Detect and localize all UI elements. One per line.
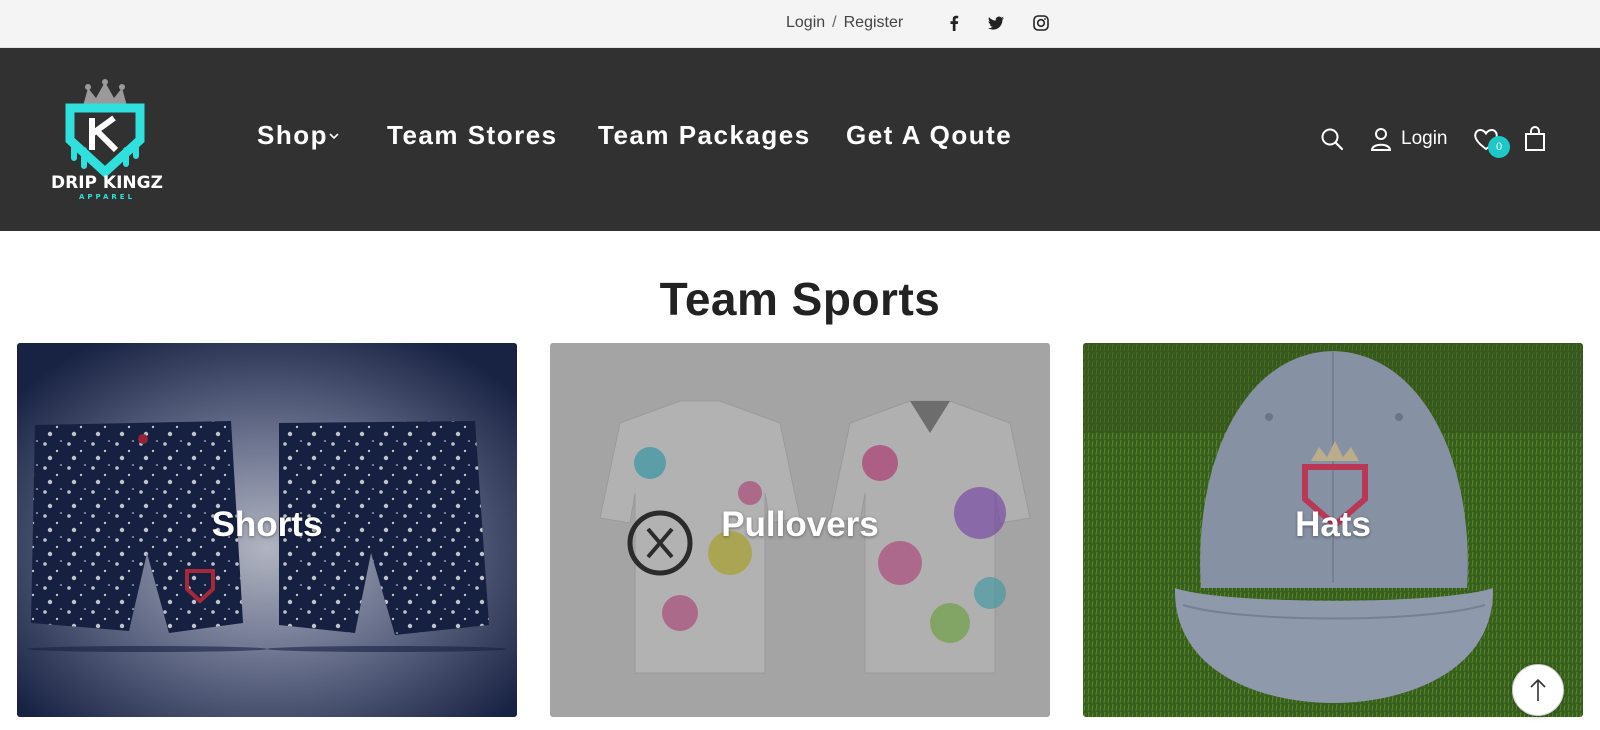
top-bar: Login / Register [0, 0, 1600, 48]
instagram-icon[interactable] [1033, 15, 1049, 31]
register-link[interactable]: Register [844, 14, 904, 32]
wishlist-count-badge: 0 [1488, 136, 1510, 158]
login-link[interactable]: Login [786, 14, 825, 32]
main-header: DRIP KINGZ APPAREL Shop Team Stores Team… [0, 48, 1600, 231]
category-card-pullovers[interactable]: Pullovers [550, 343, 1050, 717]
svg-text:APPAREL: APPAREL [79, 193, 135, 201]
nav-team-packages[interactable]: Team Packages [598, 120, 811, 151]
header-actions: Login 0 [1270, 48, 1600, 231]
header-login-link[interactable]: Login [1401, 128, 1448, 150]
card-title-pullovers: Pullovers [721, 505, 879, 544]
category-card-shorts[interactable]: Shorts [17, 343, 517, 717]
twitter-icon[interactable] [988, 15, 1004, 31]
category-card-hats[interactable]: Hats [1083, 343, 1583, 717]
card-title-hats: Hats [1295, 505, 1371, 544]
card-title-shorts: Shorts [211, 505, 323, 544]
nav-shop[interactable]: Shop [257, 120, 339, 151]
search-icon[interactable] [1320, 127, 1344, 151]
arrow-up-icon [1530, 678, 1546, 701]
auth-links: Login / Register [786, 14, 903, 32]
logo-mark-icon: DRIP KINGZ APPAREL [51, 79, 163, 201]
shopping-bag-icon[interactable] [1524, 126, 1546, 152]
facebook-icon[interactable] [946, 15, 962, 31]
nav-shop-label: Shop [257, 120, 328, 150]
auth-separator: / [832, 14, 837, 31]
section-title: Team Sports [659, 273, 941, 325]
brand-logo[interactable]: DRIP KINGZ APPAREL [30, 78, 184, 202]
user-icon[interactable] [1370, 127, 1392, 151]
nav-get-a-quote[interactable]: Get A Qoute [846, 120, 1012, 151]
nav-team-stores[interactable]: Team Stores [387, 120, 558, 151]
chevron-down-icon [329, 133, 339, 140]
svg-text:DRIP KINGZ: DRIP KINGZ [51, 173, 163, 193]
back-to-top-button[interactable] [1512, 664, 1564, 716]
